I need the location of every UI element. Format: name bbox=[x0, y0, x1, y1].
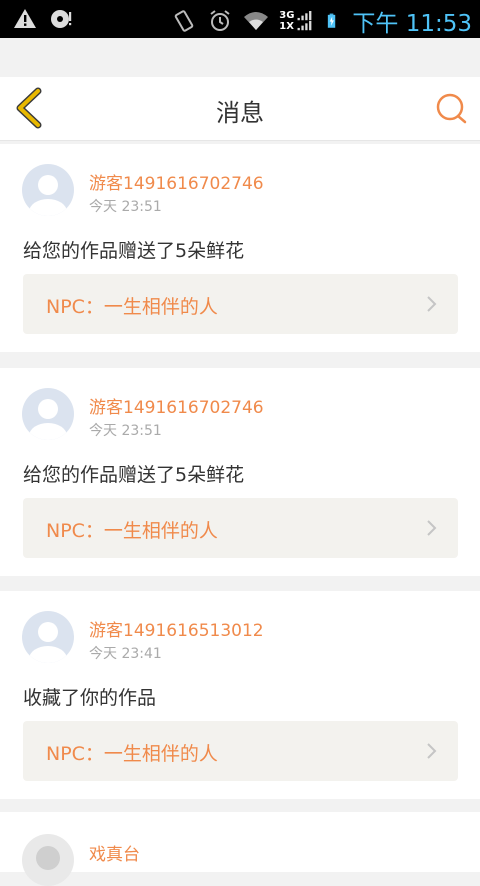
status-right-icons: 3G 1X 下午 11:53 bbox=[171, 4, 472, 38]
avatar[interactable] bbox=[22, 611, 74, 663]
signal-icon bbox=[297, 11, 312, 31]
disc-icon bbox=[51, 10, 72, 28]
warning-icon bbox=[14, 9, 36, 28]
wifi-icon bbox=[244, 12, 269, 30]
status-left-icons bbox=[12, 6, 74, 32]
message-card: 游客1491616702746 今天 23:51 给您的作品赠送了5朵鲜花 NP… bbox=[0, 368, 480, 576]
status-bar: 3G 1X 下午 11:53 bbox=[0, 0, 480, 38]
timestamp: 今天 23:41 bbox=[89, 646, 162, 662]
app-header: 消息 bbox=[0, 77, 480, 141]
search-icon[interactable] bbox=[434, 91, 468, 125]
chevron-right-icon bbox=[427, 296, 437, 312]
status-time: 下午 11:53 bbox=[352, 11, 472, 37]
username[interactable]: 游客1491616702746 bbox=[89, 169, 264, 194]
work-link[interactable]: NPC：一生相伴的人 bbox=[23, 274, 458, 334]
work-title: NPC：一生相伴的人 bbox=[46, 296, 218, 318]
default-avatar-icon bbox=[29, 399, 67, 440]
message-text: 给您的作品赠送了5朵鲜花 bbox=[23, 464, 245, 486]
alarm-icon bbox=[210, 10, 230, 31]
page-title: 消息 bbox=[216, 99, 264, 127]
avatar[interactable] bbox=[22, 164, 74, 216]
chevron-right-icon bbox=[427, 743, 437, 759]
work-link[interactable]: NPC：一生相伴的人 bbox=[23, 721, 458, 781]
avatar[interactable] bbox=[22, 834, 74, 886]
message-text: 收藏了你的作品 bbox=[23, 687, 157, 709]
work-title: NPC：一生相伴的人 bbox=[46, 743, 218, 765]
timestamp: 今天 23:51 bbox=[89, 199, 162, 215]
network-bottom-label: 1X bbox=[279, 21, 294, 32]
battery-charging-icon bbox=[328, 13, 336, 28]
username[interactable]: 戏真台 bbox=[89, 840, 140, 865]
message-card: 游客1491616702746 今天 23:51 给您的作品赠送了5朵鲜花 NP… bbox=[0, 144, 480, 352]
timestamp: 今天 23:51 bbox=[89, 423, 162, 439]
avatar[interactable] bbox=[22, 388, 74, 440]
user-avatar-icon bbox=[36, 846, 60, 870]
chevron-right-icon bbox=[427, 520, 437, 536]
default-avatar-icon bbox=[29, 622, 67, 663]
username[interactable]: 游客1491616513012 bbox=[89, 616, 264, 641]
default-avatar-icon bbox=[29, 175, 67, 216]
message-card: 戏真台 bbox=[0, 812, 480, 886]
message-card: 游客1491616513012 今天 23:41 收藏了你的作品 NPC：一生相… bbox=[0, 591, 480, 799]
message-text: 给您的作品赠送了5朵鲜花 bbox=[23, 240, 245, 262]
username[interactable]: 游客1491616702746 bbox=[89, 393, 264, 418]
network-type: 3G 1X bbox=[279, 10, 294, 32]
network-top-label: 3G bbox=[279, 10, 295, 21]
work-title: NPC：一生相伴的人 bbox=[46, 520, 218, 542]
work-link[interactable]: NPC：一生相伴的人 bbox=[23, 498, 458, 558]
vibrate-icon bbox=[174, 10, 194, 32]
